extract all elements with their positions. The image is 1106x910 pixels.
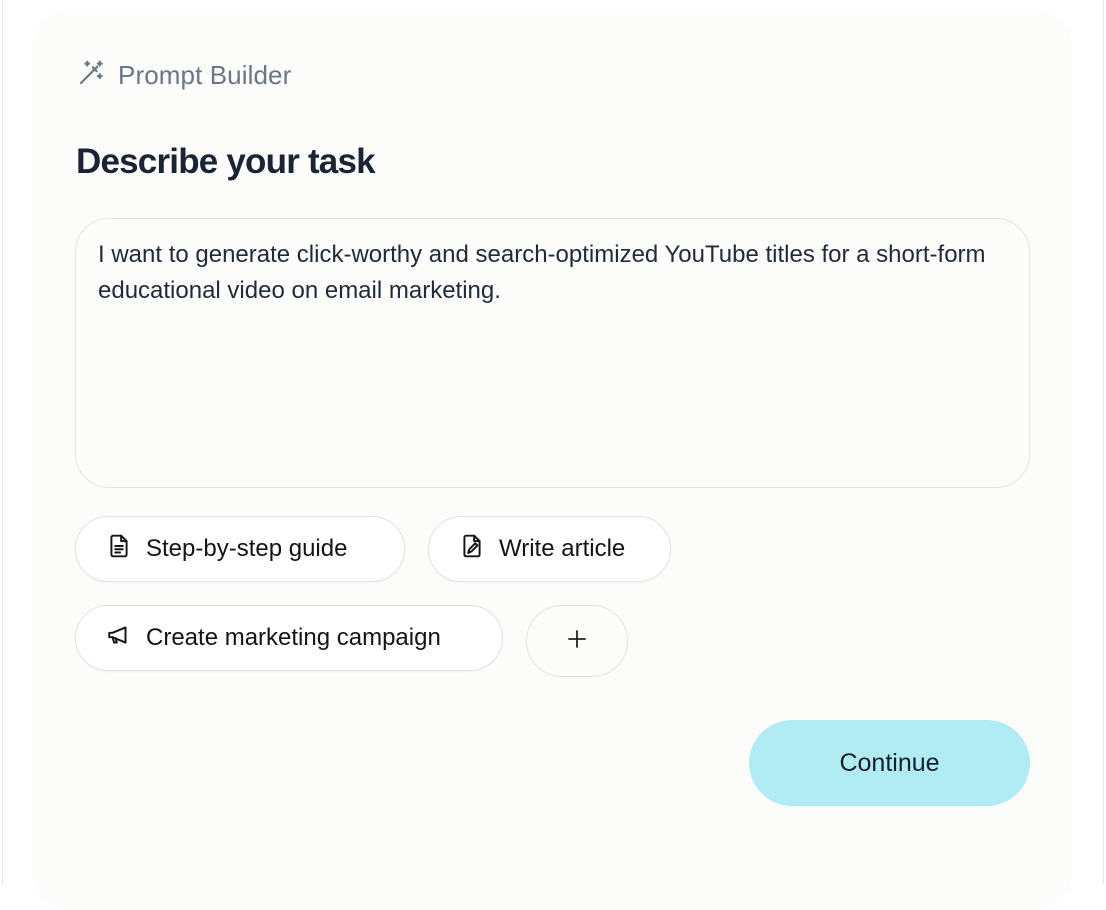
header: Prompt Builder	[76, 58, 291, 92]
frame-edge-left	[2, 0, 3, 884]
task-description-input[interactable]: I want to generate click-worthy and sear…	[75, 218, 1030, 488]
plus-icon	[565, 627, 589, 656]
megaphone-icon	[106, 622, 132, 655]
chip-step-by-step-guide[interactable]: Step-by-step guide	[75, 516, 405, 582]
pen-file-icon	[459, 533, 485, 566]
magic-wand-icon	[76, 58, 106, 93]
chip-create-marketing-campaign[interactable]: Create marketing campaign	[75, 605, 503, 671]
chip-label: Step-by-step guide	[146, 535, 348, 562]
add-chip-button[interactable]	[526, 605, 628, 677]
app-frame: Prompt Builder Describe your task I want…	[0, 0, 1106, 910]
chip-label: Write article	[499, 535, 626, 562]
document-icon	[106, 533, 132, 566]
chip-write-article[interactable]: Write article	[428, 516, 671, 582]
continue-button[interactable]: Continue	[749, 720, 1030, 806]
page-title: Describe your task	[76, 142, 376, 181]
frame-edge-right	[1103, 0, 1104, 884]
chip-label: Create marketing campaign	[146, 624, 441, 651]
header-title: Prompt Builder	[118, 59, 292, 90]
